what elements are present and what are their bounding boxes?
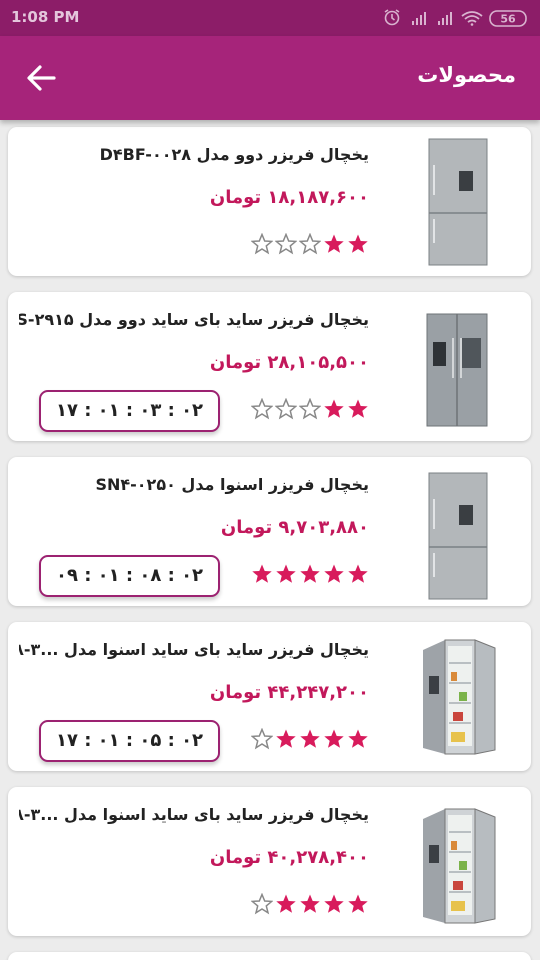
- side-by-side-refrigerator-icon: [415, 308, 499, 442]
- rating-stars: [249, 893, 369, 917]
- product-name: یخچال فریزر ساید بای ساید اسنوا مدل ...S…: [19, 805, 369, 824]
- rating-stars: [249, 728, 369, 752]
- rating-stars: [249, 563, 369, 587]
- arrow-back-icon[interactable]: [24, 61, 58, 95]
- product-name: یخچال فریزر ساید بای ساید دوو مدل D۴S-۲۹…: [19, 310, 369, 329]
- rating-stars: [249, 233, 369, 257]
- product-price: ۴۴,۲۴۷,۲۰۰ تومان: [209, 682, 369, 703]
- status-bar: 1:08 PM 56: [0, 0, 540, 36]
- product-name: یخچال فریزر ساید بای ساید اسنوا مدل ...S…: [19, 640, 369, 659]
- alarm-icon: [384, 9, 400, 26]
- product-price: ۴۰,۲۷۸,۴۰۰ تومان: [209, 847, 369, 868]
- battery-icon: 56: [489, 10, 527, 27]
- wifi-icon: [461, 11, 483, 26]
- refrigerator-icon: [415, 135, 499, 269]
- open-refrigerator-icon: [415, 801, 499, 935]
- svg-text:56: 56: [500, 13, 516, 26]
- product-card[interactable]: یخچال فریزر ساید بای ساید اسنوا مدل ...S…: [8, 787, 531, 936]
- signal-icon-2: [438, 12, 452, 25]
- product-card-partial[interactable]: [8, 952, 531, 960]
- countdown-timer: ۱۷ : ۰۱ : ۰۵ : ۰۲: [39, 720, 220, 762]
- refrigerator-icon: [415, 469, 499, 603]
- rating-stars: [249, 398, 369, 422]
- product-card[interactable]: یخچال فریزر ساید بای ساید اسنوا مدل ...S…: [8, 622, 531, 771]
- product-price: ۹,۷۰۳,۸۸۰ تومان: [220, 517, 369, 538]
- status-icons: 56: [384, 9, 527, 27]
- page-title: محصولات: [417, 63, 516, 87]
- product-price: ۲۸,۱۰۵,۵۰۰ تومان: [209, 352, 369, 373]
- countdown-timer: ۱۷ : ۰۱ : ۰۳ : ۰۲: [39, 390, 220, 432]
- product-name: یخچال فریزر اسنوا مدل SN۴-۰۲۵۰: [95, 475, 369, 494]
- product-list[interactable]: یخچال فریزر دوو مدل D۴BF-۰۰۲۸ ۱۸,۱۸۷,۶۰۰ …: [0, 120, 540, 960]
- product-name: یخچال فریزر دوو مدل D۴BF-۰۰۲۸: [99, 145, 369, 164]
- open-refrigerator-icon: [415, 632, 499, 766]
- app-bar: محصولات: [0, 36, 540, 120]
- status-time: 1:08 PM: [11, 8, 80, 26]
- product-card[interactable]: یخچال فریزر دوو مدل D۴BF-۰۰۲۸ ۱۸,۱۸۷,۶۰۰ …: [8, 127, 531, 276]
- product-card[interactable]: یخچال فریزر اسنوا مدل SN۴-۰۲۵۰ ۹,۷۰۳,۸۸۰ …: [8, 457, 531, 606]
- countdown-timer: ۰۹ : ۰۱ : ۰۸ : ۰۲: [39, 555, 220, 597]
- product-card[interactable]: یخچال فریزر ساید بای ساید دوو مدل D۴S-۲۹…: [8, 292, 531, 441]
- signal-icon: [412, 12, 426, 25]
- product-price: ۱۸,۱۸۷,۶۰۰ تومان: [209, 187, 369, 208]
